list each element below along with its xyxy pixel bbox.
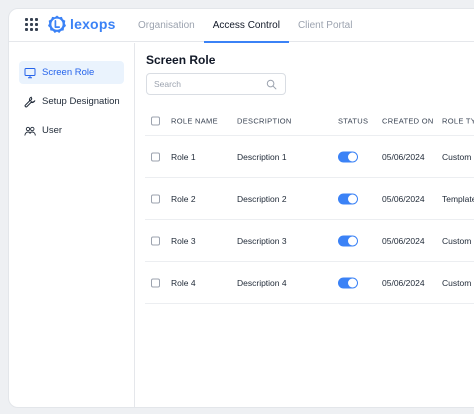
toggle-knob: [348, 194, 357, 203]
tab-organisation[interactable]: Organisation: [129, 9, 204, 42]
column-header-created-on: CREATED ON: [382, 116, 434, 126]
created-on-cell: 05/06/2024: [382, 151, 425, 162]
select-all-checkbox[interactable]: [151, 116, 160, 126]
table-row[interactable]: Role 1 Description 1 05/06/2024 Custom: [145, 136, 474, 178]
wrench-icon: [24, 96, 36, 107]
description-cell: Description 3: [237, 235, 287, 246]
toggle-knob: [348, 152, 357, 161]
role-type-cell: Custom: [442, 151, 472, 162]
logo-text: lexops: [70, 16, 116, 32]
toggle-knob: [348, 236, 357, 245]
created-on-cell: 05/06/2024: [382, 235, 425, 246]
sidebar-item-screen-role[interactable]: Screen Role: [19, 61, 124, 84]
brand-logo[interactable]: lexops: [47, 14, 116, 34]
tab-client-portal[interactable]: Client Portal: [289, 9, 361, 42]
row-checkbox[interactable]: [151, 194, 160, 203]
sidebar-item-label: Setup Designation: [42, 96, 120, 107]
row-checkbox[interactable]: [151, 236, 160, 245]
sidebar: Screen Role Setup Designation User: [9, 43, 135, 407]
top-tabs: Organisation Access Control Client Porta…: [129, 9, 361, 43]
tab-access-control[interactable]: Access Control: [203, 9, 290, 43]
toggle-knob: [348, 278, 357, 287]
status-toggle[interactable]: [338, 277, 358, 288]
sidebar-item-user[interactable]: User: [19, 119, 124, 142]
top-navigation-bar: lexops Organisation Access Control Clien…: [9, 9, 474, 43]
users-icon: [24, 126, 36, 136]
lexops-logo-icon: [48, 15, 66, 33]
created-on-cell: 05/06/2024: [382, 277, 425, 288]
column-header-role-type: ROLE TYPE: [442, 116, 474, 126]
column-header-description: DESCRIPTION: [237, 116, 292, 126]
status-toggle[interactable]: [338, 235, 358, 246]
column-header-status: STATUS: [338, 116, 369, 126]
app-window: lexops Organisation Access Control Clien…: [8, 8, 474, 408]
sidebar-item-label: User: [42, 125, 63, 136]
table-header-row: ROLE NAME DESCRIPTION STATUS CREATED ON …: [145, 107, 474, 136]
table-row[interactable]: Role 2 Description 2 05/06/2024 Template: [145, 178, 474, 220]
main-content: Screen Role ROLE NAME DESCRIPTION STATUS…: [136, 43, 474, 407]
role-name-cell: Role 2: [171, 193, 196, 204]
search-input[interactable]: [154, 77, 264, 91]
role-type-cell: Custom: [442, 277, 472, 288]
page-title: Screen Role: [146, 53, 216, 67]
description-cell: Description 1: [237, 151, 287, 162]
row-checkbox[interactable]: [151, 152, 160, 161]
status-toggle[interactable]: [338, 193, 358, 204]
monitor-icon: [24, 67, 36, 78]
app-launcher-grid-icon[interactable]: [25, 18, 38, 31]
role-name-cell: Role 3: [171, 235, 196, 246]
role-name-cell: Role 1: [171, 151, 196, 162]
sidebar-item-setup-designation[interactable]: Setup Designation: [19, 90, 124, 113]
status-toggle[interactable]: [338, 151, 358, 162]
description-cell: Description 2: [237, 193, 287, 204]
column-header-role-name: ROLE NAME: [171, 116, 218, 126]
search-icon[interactable]: [266, 79, 277, 90]
row-checkbox[interactable]: [151, 278, 160, 287]
role-name-cell: Role 4: [171, 277, 196, 288]
search-box: [146, 73, 286, 95]
roles-table: ROLE NAME DESCRIPTION STATUS CREATED ON …: [145, 107, 474, 304]
description-cell: Description 4: [237, 277, 287, 288]
created-on-cell: 05/06/2024: [382, 193, 425, 204]
table-row[interactable]: Role 3 Description 3 05/06/2024 Custom: [145, 220, 474, 262]
sidebar-item-label: Screen Role: [42, 67, 95, 78]
role-type-cell: Template: [442, 193, 474, 204]
table-row[interactable]: Role 4 Description 4 05/06/2024 Custom: [145, 262, 474, 304]
role-type-cell: Custom: [442, 235, 472, 246]
